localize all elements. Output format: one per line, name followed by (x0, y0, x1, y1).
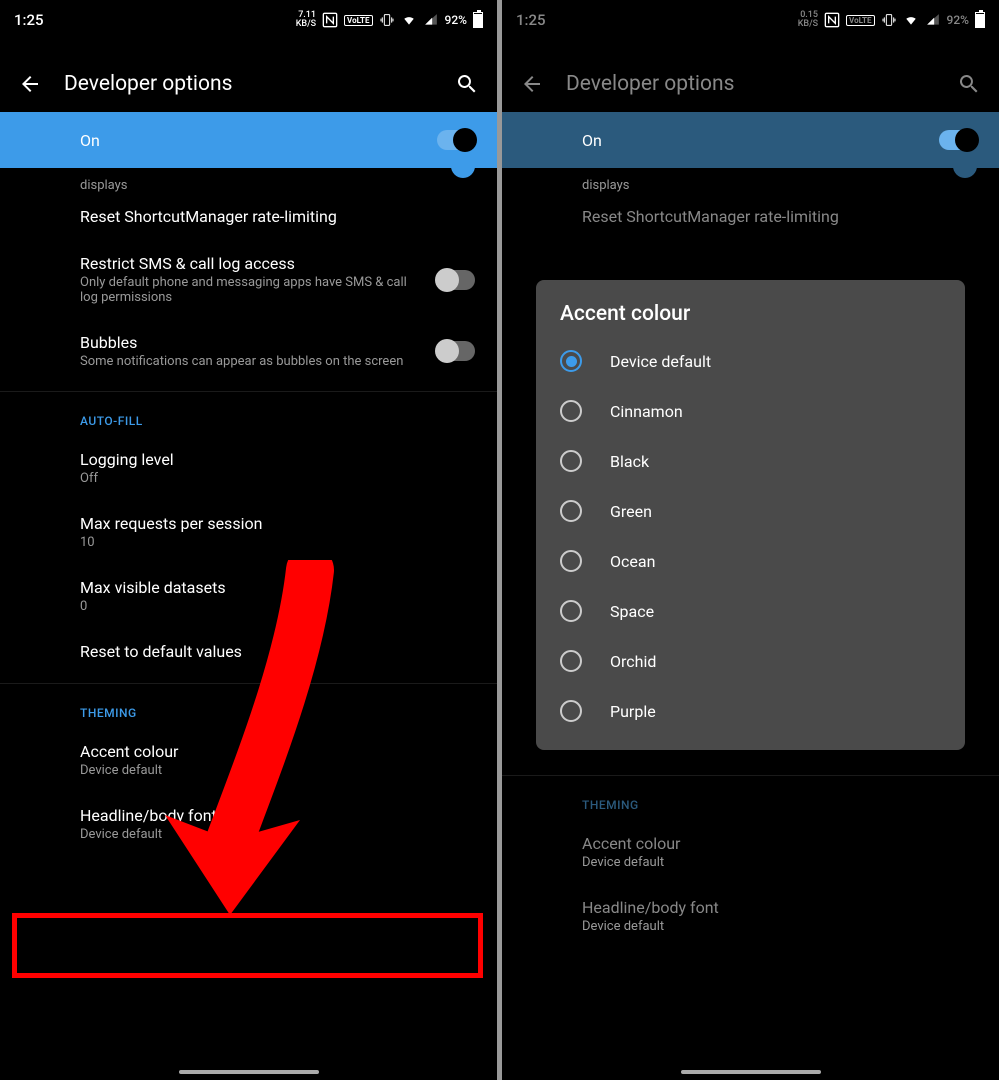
prev-setting-sub: displays (582, 178, 977, 193)
radio-icon (560, 400, 582, 422)
setting-logging[interactable]: Logging level Off (80, 436, 475, 500)
setting-reset-shortcut[interactable]: Reset ShortcutManager rate-limiting (80, 193, 475, 240)
radio-purple[interactable]: Purple (536, 686, 965, 736)
network-speed: 7.11KB/S (296, 11, 316, 29)
radio-icon (560, 350, 582, 372)
annotation-arrow (160, 560, 360, 930)
partial-prev-toggle (80, 168, 497, 176)
status-bar: 1:25 7.11KB/S VoLTE 92% (0, 0, 497, 36)
dialog-title: Accent colour (536, 302, 965, 336)
toggle-on (939, 130, 977, 150)
setting-reset-shortcut: Reset ShortcutManager rate-limiting (582, 193, 977, 240)
partial-prev-toggle (582, 168, 999, 176)
page-title: Developer options (566, 72, 935, 96)
nfc-icon (824, 12, 840, 28)
nav-pill[interactable] (681, 1070, 821, 1074)
radio-ocean[interactable]: Ocean (536, 536, 965, 586)
network-speed: 0.15KB/S (798, 11, 818, 29)
nfc-icon (322, 12, 338, 28)
radio-cinnamon[interactable]: Cinnamon (536, 386, 965, 436)
page-title: Developer options (64, 72, 433, 96)
status-time: 1:25 (516, 11, 546, 29)
switch-label: On (582, 131, 602, 150)
radio-icon (560, 550, 582, 572)
back-icon[interactable] (520, 72, 544, 96)
battery-pct: 92% (445, 13, 467, 27)
section-theming: THEMING (582, 776, 977, 820)
radio-icon (560, 450, 582, 472)
radio-green[interactable]: Green (536, 486, 965, 536)
master-switch: On (502, 112, 999, 168)
vibrate-icon (881, 12, 897, 28)
nav-pill[interactable] (179, 1070, 319, 1074)
section-autofill: AUTO-FILL (80, 392, 475, 436)
setting-accent-colour: Accent colour Device default (582, 820, 977, 884)
status-right: 7.11KB/S VoLTE 92% (296, 11, 483, 29)
setting-max-requests[interactable]: Max requests per session 10 (80, 500, 475, 564)
volte-icon: VoLTE (846, 15, 874, 26)
radio-icon (560, 600, 582, 622)
toggle-sms[interactable] (437, 270, 475, 290)
battery-icon (473, 12, 483, 28)
setting-restrict-sms[interactable]: Restrict SMS & call log access Only defa… (80, 240, 475, 319)
wifi-icon (401, 12, 417, 28)
switch-label: On (80, 131, 100, 150)
battery-pct: 92% (947, 13, 969, 27)
back-icon[interactable] (18, 72, 42, 96)
radio-icon (560, 500, 582, 522)
battery-icon (975, 12, 985, 28)
status-right: 0.15KB/S VoLTE 92% (798, 11, 985, 29)
radio-icon (560, 650, 582, 672)
screen-right: 1:25 0.15KB/S VoLTE 92% Developer option… (502, 0, 999, 1080)
volte-icon: VoLTE (344, 15, 372, 26)
radio-black[interactable]: Black (536, 436, 965, 486)
status-time: 1:25 (14, 11, 44, 29)
setting-bubbles[interactable]: Bubbles Some notifications can appear as… (80, 319, 475, 383)
radio-space[interactable]: Space (536, 586, 965, 636)
prev-setting-sub: displays (80, 178, 475, 193)
accent-colour-dialog: Accent colour Device default Cinnamon Bl… (536, 280, 965, 750)
radio-device-default[interactable]: Device default (536, 336, 965, 386)
setting-headline-font: Headline/body font Device default (582, 884, 977, 948)
search-icon[interactable] (455, 72, 479, 96)
vibrate-icon (379, 12, 395, 28)
toggle-bubbles[interactable] (437, 341, 475, 361)
toggle-on[interactable] (437, 130, 475, 150)
search-icon[interactable] (957, 72, 981, 96)
status-bar: 1:25 0.15KB/S VoLTE 92% (502, 0, 999, 36)
app-header: Developer options (502, 56, 999, 112)
wifi-icon (903, 12, 919, 28)
master-switch[interactable]: On (0, 112, 497, 168)
radio-orchid[interactable]: Orchid (536, 636, 965, 686)
screen-left: 1:25 7.11KB/S VoLTE 92% Developer option… (0, 0, 497, 1080)
signal-icon (423, 12, 439, 28)
signal-icon (925, 12, 941, 28)
radio-icon (560, 700, 582, 722)
app-header: Developer options (0, 56, 497, 112)
